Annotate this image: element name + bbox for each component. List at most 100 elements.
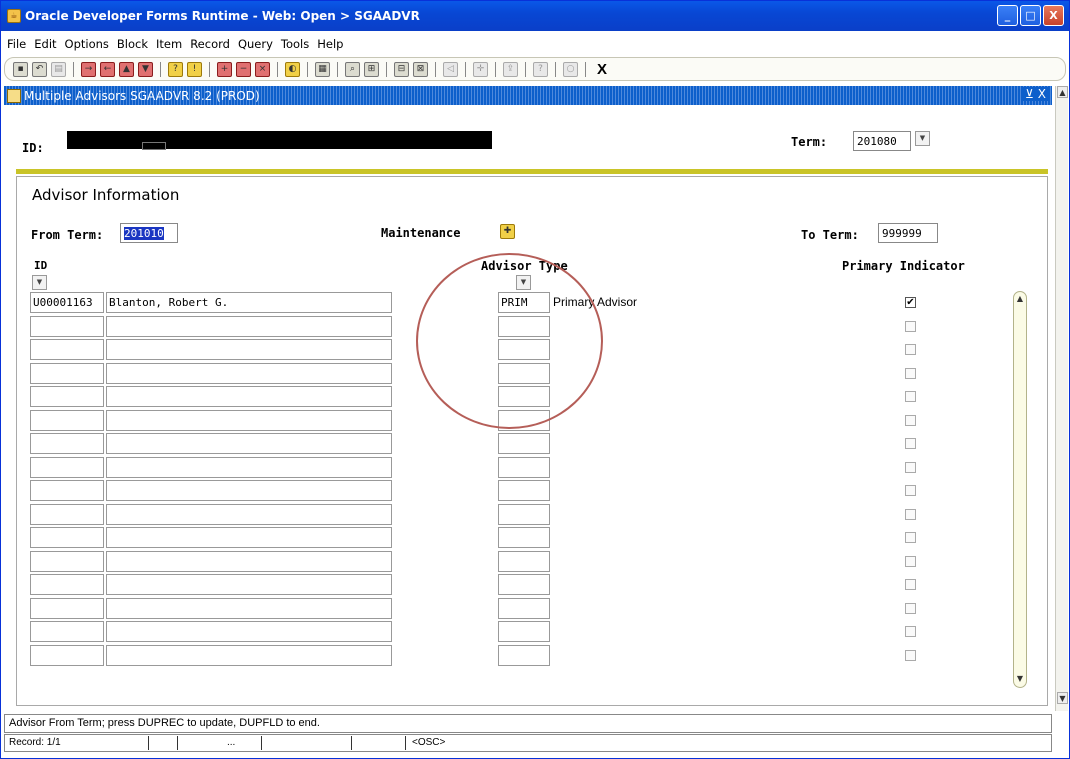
first-record-icon[interactable]: ▲ bbox=[119, 61, 134, 77]
advisor-type-field[interactable] bbox=[498, 316, 550, 337]
scroll-up-icon[interactable]: ▲ bbox=[1015, 293, 1025, 305]
menu-file[interactable]: File bbox=[7, 37, 26, 51]
scroll-down-icon[interactable]: ▼ bbox=[1015, 673, 1025, 685]
search-icon[interactable]: ⌕ bbox=[345, 61, 360, 77]
print-screen-icon[interactable]: ▦ bbox=[315, 61, 330, 77]
chevron-down-icon[interactable]: ▼ bbox=[32, 275, 47, 290]
advisor-name-field[interactable] bbox=[106, 457, 392, 478]
clear-record-icon[interactable]: × bbox=[255, 61, 270, 77]
next-block-icon[interactable]: → bbox=[81, 61, 96, 77]
primary-indicator-checkbox[interactable] bbox=[905, 532, 916, 543]
minimize-button[interactable]: _ bbox=[997, 5, 1018, 26]
menu-options[interactable]: Options bbox=[65, 37, 109, 51]
primary-indicator-checkbox[interactable] bbox=[905, 556, 916, 567]
advisor-name-field[interactable] bbox=[106, 598, 392, 619]
advisor-id-field[interactable] bbox=[30, 339, 104, 360]
advisor-id-field[interactable]: U00001163 bbox=[30, 292, 104, 313]
advisor-id-field[interactable] bbox=[30, 551, 104, 572]
primary-indicator-checkbox[interactable] bbox=[905, 321, 916, 332]
advisor-id-field[interactable] bbox=[30, 410, 104, 431]
advisor-id-field[interactable] bbox=[30, 504, 104, 525]
print-icon[interactable]: ▤ bbox=[51, 61, 66, 77]
advisor-name-field[interactable] bbox=[106, 363, 392, 384]
menu-edit[interactable]: Edit bbox=[34, 37, 56, 51]
advisor-id-field[interactable] bbox=[30, 316, 104, 337]
advisor-type-field[interactable] bbox=[498, 480, 550, 501]
advisor-type-field[interactable] bbox=[498, 551, 550, 572]
primary-indicator-checkbox[interactable] bbox=[905, 626, 916, 637]
advisor-name-field[interactable] bbox=[106, 410, 392, 431]
advisor-id-field[interactable] bbox=[30, 457, 104, 478]
from-term-field[interactable]: 201010 bbox=[120, 223, 178, 243]
exit-button[interactable]: X bbox=[597, 61, 607, 78]
primary-indicator-checkbox[interactable] bbox=[905, 579, 916, 590]
advisor-type-field[interactable] bbox=[498, 433, 550, 454]
scroll-up-icon[interactable]: ▲ bbox=[1057, 86, 1068, 98]
advisor-name-field[interactable] bbox=[106, 551, 392, 572]
advisor-id-field[interactable] bbox=[30, 363, 104, 384]
advisor-name-field[interactable] bbox=[106, 504, 392, 525]
advisor-type-field[interactable] bbox=[498, 621, 550, 642]
workflow-icon[interactable]: ⇪ bbox=[503, 61, 518, 77]
extras-icon[interactable]: ⊠ bbox=[413, 61, 428, 77]
primary-indicator-checkbox[interactable] bbox=[905, 485, 916, 496]
advisor-type-field[interactable]: PRIM bbox=[498, 292, 550, 313]
advisor-type-field[interactable] bbox=[498, 363, 550, 384]
primary-indicator-checkbox[interactable] bbox=[905, 438, 916, 449]
primary-indicator-checkbox[interactable]: ✔ bbox=[905, 297, 916, 308]
menu-record[interactable]: Record bbox=[190, 37, 230, 51]
lightbulb-icon[interactable]: ○ bbox=[563, 61, 578, 77]
primary-indicator-checkbox[interactable] bbox=[905, 415, 916, 426]
advisor-name-field[interactable] bbox=[106, 621, 392, 642]
form-window-controls[interactable]: ⊻ X bbox=[1023, 87, 1048, 101]
advisor-type-field[interactable] bbox=[498, 339, 550, 360]
last-record-icon[interactable]: ▼ bbox=[138, 61, 153, 77]
help-icon[interactable]: ? bbox=[533, 61, 548, 77]
advisor-type-field[interactable] bbox=[498, 527, 550, 548]
advisor-type-field[interactable] bbox=[498, 457, 550, 478]
advisor-type-field[interactable] bbox=[498, 504, 550, 525]
rollback-icon[interactable]: ↶ bbox=[32, 61, 47, 77]
menu-tools[interactable]: Tools bbox=[281, 37, 309, 51]
primary-indicator-checkbox[interactable] bbox=[905, 368, 916, 379]
advisor-name-field[interactable] bbox=[106, 339, 392, 360]
clear-form-icon[interactable]: ◐ bbox=[285, 61, 300, 77]
advisor-type-field[interactable] bbox=[498, 386, 550, 407]
scroll-down-icon[interactable]: ▼ bbox=[1057, 692, 1068, 704]
advisor-name-field[interactable] bbox=[106, 527, 392, 548]
maximize-button[interactable]: □ bbox=[1020, 5, 1041, 26]
advisor-type-field[interactable] bbox=[498, 645, 550, 666]
primary-indicator-checkbox[interactable] bbox=[905, 603, 916, 614]
advisor-id-field[interactable] bbox=[30, 645, 104, 666]
advisor-type-field[interactable] bbox=[498, 598, 550, 619]
advisor-id-field[interactable] bbox=[30, 480, 104, 501]
advisor-id-field[interactable] bbox=[30, 386, 104, 407]
chevron-down-icon[interactable]: ▼ bbox=[516, 275, 531, 290]
advisor-type-field[interactable] bbox=[498, 410, 550, 431]
related-icon[interactable]: ⊟ bbox=[394, 61, 409, 77]
enter-query-icon[interactable]: ? bbox=[168, 61, 183, 77]
save-icon[interactable]: ▪ bbox=[13, 61, 28, 77]
navigation-icon[interactable]: ✛ bbox=[473, 61, 488, 77]
menu-item[interactable]: Item bbox=[156, 37, 182, 51]
advisor-name-field[interactable] bbox=[106, 386, 392, 407]
advisor-id-field[interactable] bbox=[30, 621, 104, 642]
to-term-field[interactable]: 999999 bbox=[878, 223, 938, 243]
advisor-name-field[interactable] bbox=[106, 480, 392, 501]
menu-block[interactable]: Block bbox=[117, 37, 148, 51]
advisor-name-field[interactable] bbox=[106, 574, 392, 595]
advisor-name-field[interactable] bbox=[106, 316, 392, 337]
advisor-name-field[interactable] bbox=[106, 433, 392, 454]
remove-record-icon[interactable]: − bbox=[236, 61, 251, 77]
previous-block-icon[interactable]: ← bbox=[100, 61, 115, 77]
menu-help[interactable]: Help bbox=[317, 37, 343, 51]
window-scrollbar[interactable]: ▲ ▼ bbox=[1055, 86, 1068, 711]
document-icon[interactable]: ◁ bbox=[443, 61, 458, 77]
primary-indicator-checkbox[interactable] bbox=[905, 391, 916, 402]
execute-query-icon[interactable]: ! bbox=[187, 61, 202, 77]
advisor-name-field[interactable]: Blanton, Robert G. bbox=[106, 292, 392, 313]
primary-indicator-checkbox[interactable] bbox=[905, 509, 916, 520]
primary-indicator-checkbox[interactable] bbox=[905, 344, 916, 355]
term-field[interactable]: 201080 bbox=[853, 131, 911, 151]
chevron-down-icon[interactable]: ▼ bbox=[915, 131, 930, 146]
